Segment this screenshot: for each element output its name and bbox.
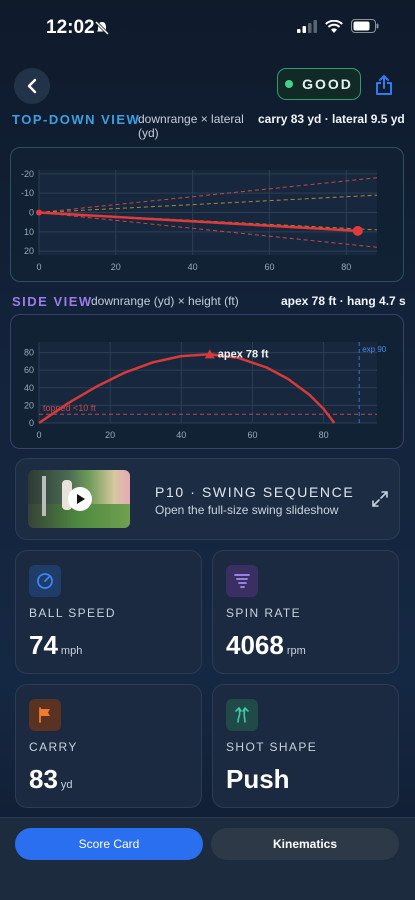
quality-badge-label: GOOD	[302, 76, 353, 92]
topped-threshold-label: topped <10 ft	[43, 403, 96, 413]
sequence-subtitle: Open the full-size swing slideshow	[155, 503, 339, 517]
metric-value-row: Push	[226, 764, 290, 795]
metric-value: 4068	[226, 630, 284, 660]
y-tick-label: 0	[29, 418, 34, 428]
top-down-plot: 0 20 40 60 80-20-1001020	[21, 169, 378, 272]
x-tick-label: 80	[319, 430, 329, 440]
y-tick-label: 10	[24, 227, 34, 237]
signal-icon	[297, 19, 317, 38]
expected-distance-label: exp 90	[362, 345, 387, 354]
shot-shape-card[interactable]: SHOT SHAPE Push	[212, 684, 399, 808]
quality-badge: GOOD	[277, 68, 361, 100]
bottom-tab-bar: Score Card Kinematics	[0, 817, 415, 900]
x-tick-label: 40	[176, 430, 186, 440]
y-tick-label: 20	[24, 246, 34, 256]
metric-label: SHOT SHAPE	[226, 740, 318, 754]
swing-thumbnail[interactable]	[28, 470, 130, 528]
flag-icon	[29, 699, 61, 731]
metric-label: CARRY	[29, 740, 78, 754]
x-tick-label: 60	[247, 430, 257, 440]
x-tick-label: 80	[341, 262, 351, 272]
y-tick-label: 60	[24, 365, 34, 375]
play-icon[interactable]	[68, 487, 92, 511]
share-icon	[376, 75, 392, 95]
top-down-title: TOP-DOWN VIEW	[12, 112, 141, 127]
metric-value: 74	[29, 630, 58, 660]
x-tick-label: 20	[105, 430, 115, 440]
apex-label: apex 78 ft	[218, 348, 269, 360]
metric-unit: mph	[60, 645, 83, 657]
metric-label: SPIN RATE	[226, 606, 302, 620]
status-bar: 12:02	[0, 0, 415, 56]
side-view-chart: 0 20 40 60 80 0 20 40 60 80 topped <10 ft exp 90 ape…	[10, 314, 404, 449]
kinematics-tab[interactable]: Kinematics	[211, 828, 399, 860]
metric-unit: rpm	[286, 645, 306, 657]
y-tick-label: 0	[29, 208, 34, 218]
sequence-title: P10 · SWING SEQUENCE	[155, 484, 355, 500]
x-tick-label: 0	[36, 262, 41, 272]
landing-point	[352, 225, 363, 236]
y-tick-label: 80	[24, 348, 34, 358]
top-down-subtitle-1: downrange × lateral	[138, 112, 244, 126]
battery-icon	[351, 19, 379, 38]
y-tick-label: -10	[21, 188, 34, 198]
x-tick-label: 20	[111, 262, 121, 272]
back-button[interactable]	[14, 68, 50, 104]
side-view-title: SIDE VIEW	[12, 294, 93, 309]
curve-arrows-icon	[226, 699, 258, 731]
metric-value: Push	[226, 764, 290, 794]
metric-unit: yd	[60, 779, 73, 791]
origin-point	[36, 209, 42, 216]
thumbnail-pole	[42, 476, 46, 516]
side-view-stats: apex 78 ft · hang 4.7 s	[281, 294, 406, 308]
side-view-plot: 0 20 40 60 80 0 20 40 60 80 topped <10 ft exp 90 ape…	[24, 342, 387, 440]
gauge-icon	[29, 565, 61, 597]
metric-value-row: 83 yd	[29, 764, 73, 795]
tornado-icon	[226, 565, 258, 597]
metric-value: 83	[29, 764, 58, 794]
metric-value-row: 4068 rpm	[226, 630, 306, 661]
chevron-left-icon	[27, 78, 37, 94]
spin-rate-card[interactable]: SPIN RATE 4068 rpm	[212, 550, 399, 674]
ball-speed-card[interactable]: BALL SPEED 74 mph	[15, 550, 202, 674]
x-tick-label: 40	[188, 262, 198, 272]
status-time: 12:02	[46, 17, 95, 38]
y-tick-label: -20	[21, 169, 34, 179]
x-tick-label: 60	[264, 262, 274, 272]
share-button[interactable]	[371, 72, 397, 98]
top-down-chart: 0 20 40 60 80 -20 -10 0 10 20	[10, 147, 404, 282]
x-tick-label: 0	[36, 430, 41, 440]
metric-value-row: 74 mph	[29, 630, 82, 661]
top-down-subtitle-2: (yd)	[138, 126, 159, 140]
score-card-tab[interactable]: Score Card	[15, 828, 203, 860]
metric-label: BALL SPEED	[29, 606, 116, 620]
side-view-subtitle: downrange (yd) × height (ft)	[91, 294, 239, 308]
swing-sequence-card[interactable]: P10 · SWING SEQUENCE Open the full-size …	[15, 458, 400, 540]
silent-bell-icon	[94, 20, 110, 41]
y-tick-label: 40	[24, 383, 34, 393]
status-dot	[285, 80, 294, 88]
expand-icon[interactable]	[370, 489, 390, 509]
y-tick-label: 20	[24, 400, 34, 410]
wifi-icon	[325, 19, 343, 38]
carry-card[interactable]: CARRY 83 yd	[15, 684, 202, 808]
top-down-stats: carry 83 yd · lateral 9.5 yd	[258, 112, 405, 126]
